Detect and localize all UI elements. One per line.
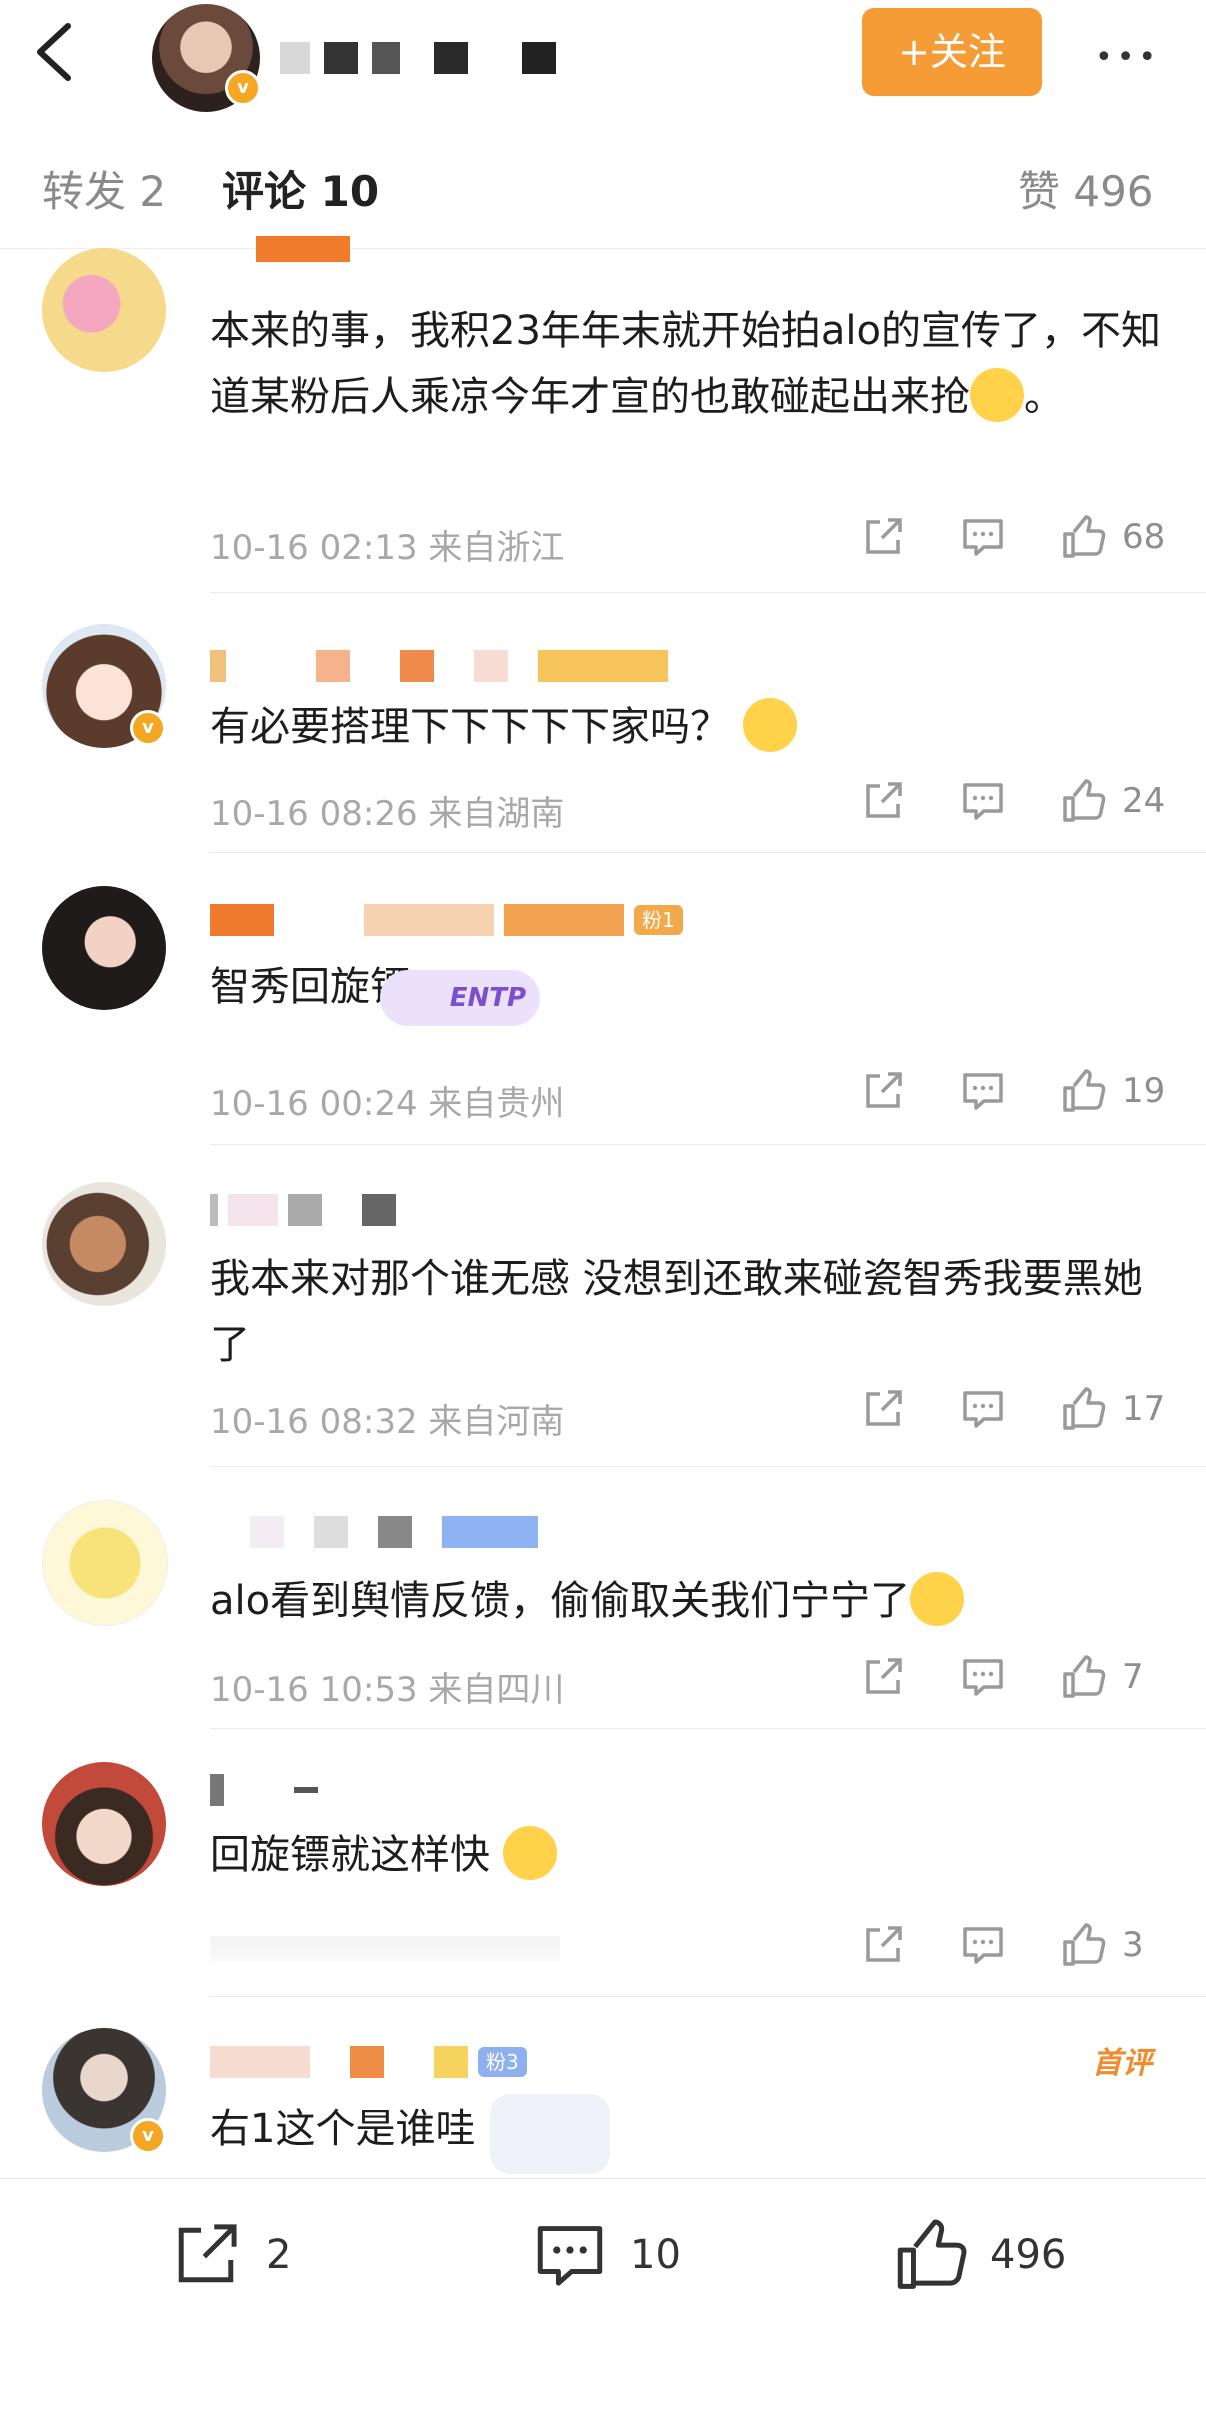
comment-text: 本来的事，我积23年年末就开始拍alo的宣传了，不知道某粉后人乘凉今年才宣的也敢… [210, 308, 1161, 422]
tab-comments[interactable]: 评论 10 [222, 158, 379, 219]
reply-icon[interactable] [960, 1922, 1006, 1968]
bottom-action-bar: 2 10 496 [0, 2178, 1206, 2419]
fan-level-badge: 粉1 [634, 905, 683, 935]
comment-meta: 10-16 08:32 来自河南 [210, 1402, 565, 1442]
comment-item: 我本来对那个谁无感 没想到还敢来碰瓷智秀我要黑她了 10-16 08:32 来自… [0, 1146, 1206, 1468]
comment-meta: 10-16 02:13 来自浙江 [210, 528, 565, 568]
like-count: 68 [1122, 517, 1166, 557]
thinking-emoji-icon [970, 368, 1024, 422]
divider [210, 1728, 1206, 1729]
author-name-redacted[interactable] [280, 38, 556, 78]
like-icon [897, 2219, 967, 2289]
like-icon[interactable] [1060, 1922, 1106, 1968]
comment-text: 有必要搭理下下下下下家吗？ [210, 694, 1170, 760]
entp-sticker: ENTP [380, 970, 540, 1026]
commenter-name-redacted[interactable]: 粉1 [210, 904, 683, 936]
meta-redacted [210, 1936, 560, 1962]
commenter-avatar[interactable] [42, 248, 166, 372]
hug-emoji-icon [910, 1572, 965, 1626]
tab-likes[interactable]: 赞 496 [1018, 158, 1154, 219]
commenter-avatar[interactable] [42, 886, 166, 1010]
comment-actions: 7 [806, 1654, 1166, 1700]
commenter-name-redacted[interactable]: 粉3 [210, 2046, 527, 2078]
repost-count: 2 [266, 2232, 292, 2278]
reply-icon[interactable] [960, 1386, 1006, 1432]
comment-meta: 10-16 00:24 来自贵州 [210, 1084, 565, 1124]
comment-icon [537, 2226, 603, 2286]
divider [210, 592, 1206, 593]
crying-emoji-icon [742, 698, 797, 752]
like-total: 496 [990, 2232, 1067, 2278]
fan-level-badge: 粉3 [478, 2047, 527, 2077]
first-comment-tag: 首评 [1092, 2046, 1152, 2081]
comment-text: 右1这个是谁哇 [210, 2106, 476, 2152]
comment-item: v 粉3 首评 右1这个是谁哇 [0, 1998, 1206, 2178]
comment-item: alo看到舆情反馈，偷偷取关我们宁宁了 10-16 10:53 来自四川 7 [0, 1468, 1206, 1730]
like-count: 24 [1122, 781, 1166, 821]
comment-item: 粉1 智秀回旋镖 ENTP 10-16 00:24 来自贵州 19 [0, 854, 1206, 1146]
divider [210, 1466, 1206, 1467]
reply-icon[interactable] [960, 778, 1006, 824]
follow-button[interactable]: +关注 [862, 8, 1042, 96]
verified-badge-icon: v [130, 710, 166, 746]
hug-emoji-icon [502, 1826, 557, 1880]
comment-actions: 17 [806, 1386, 1166, 1432]
comment-meta: 10-16 08:26 来自湖南 [210, 794, 565, 834]
divider [210, 1144, 1206, 1145]
comment-meta: 10-16 10:53 来自四川 [210, 1670, 565, 1710]
reply-icon[interactable] [960, 514, 1006, 560]
top-nav-bar: v +关注 ••• [0, 0, 1206, 119]
commenter-name-redacted[interactable] [210, 1516, 538, 1548]
comment-count: 10 [630, 2232, 681, 2278]
like-icon[interactable] [1060, 1386, 1106, 1432]
share-icon [178, 2224, 237, 2283]
like-icon[interactable] [1060, 778, 1106, 824]
tab-bar: 转发 2 评论 10 赞 496 [0, 118, 1206, 262]
more-options-icon[interactable]: ••• [1095, 40, 1160, 75]
divider [210, 1996, 1206, 1997]
like-count: 3 [1122, 1925, 1144, 1965]
reply-icon[interactable] [960, 1068, 1006, 1114]
like-button[interactable]: 496 [892, 2217, 1066, 2293]
share-icon[interactable] [860, 1386, 906, 1432]
share-icon[interactable] [860, 778, 906, 824]
commenter-avatar[interactable] [42, 1762, 166, 1886]
commenter-name-redacted[interactable] [210, 1194, 396, 1226]
comment-text: 回旋镖就这样快 [210, 1822, 1170, 1888]
comment-actions: 19 [806, 1068, 1166, 1114]
comment-actions: 68 [806, 514, 1166, 560]
comment-text: 我本来对那个谁无感 没想到还敢来碰瓷智秀我要黑她了 [210, 1256, 1143, 1368]
back-arrow-icon[interactable] [30, 20, 80, 84]
commenter-name-redacted[interactable] [210, 650, 668, 682]
comment-actions: 3 [806, 1922, 1166, 1968]
commenter-avatar[interactable] [42, 1500, 168, 1626]
share-icon[interactable] [860, 514, 906, 560]
divider [210, 852, 1206, 853]
like-count: 7 [1122, 1657, 1144, 1697]
tab-reposts[interactable]: 转发 2 [42, 158, 166, 219]
like-icon[interactable] [1060, 514, 1106, 560]
like-count: 19 [1122, 1071, 1166, 1111]
commenter-avatar[interactable] [42, 1182, 166, 1306]
share-icon[interactable] [860, 1654, 906, 1700]
comment-item: 本来的事，我积23年年末就开始拍alo的宣传了，不知道某粉后人乘凉今年才宣的也敢… [0, 248, 1206, 594]
repost-button[interactable]: 2 [168, 2217, 291, 2293]
verified-badge-icon: v [130, 2118, 166, 2154]
reply-icon[interactable] [960, 1654, 1006, 1700]
comment-text: 智秀回旋镖 [210, 964, 410, 1010]
share-icon[interactable] [860, 1922, 906, 1968]
like-icon[interactable] [1060, 1654, 1106, 1700]
comment-text: alo看到舆情反馈，偷偷取关我们宁宁了 [210, 1568, 1170, 1634]
verified-badge-icon: v [225, 70, 261, 106]
comment-actions: 24 [806, 778, 1166, 824]
cat-sticker [490, 2094, 610, 2174]
share-icon[interactable] [860, 1068, 906, 1114]
comment-item: v 有必要搭理下下下下下家吗？ 10-16 08:26 来自湖南 24 [0, 594, 1206, 854]
comment-item: 回旋镖就这样快 3 [0, 1730, 1206, 1998]
like-icon[interactable] [1060, 1068, 1106, 1114]
commenter-name-redacted[interactable] [210, 1774, 318, 1806]
comment-button[interactable]: 10 [532, 2217, 681, 2293]
like-count: 17 [1122, 1389, 1166, 1429]
